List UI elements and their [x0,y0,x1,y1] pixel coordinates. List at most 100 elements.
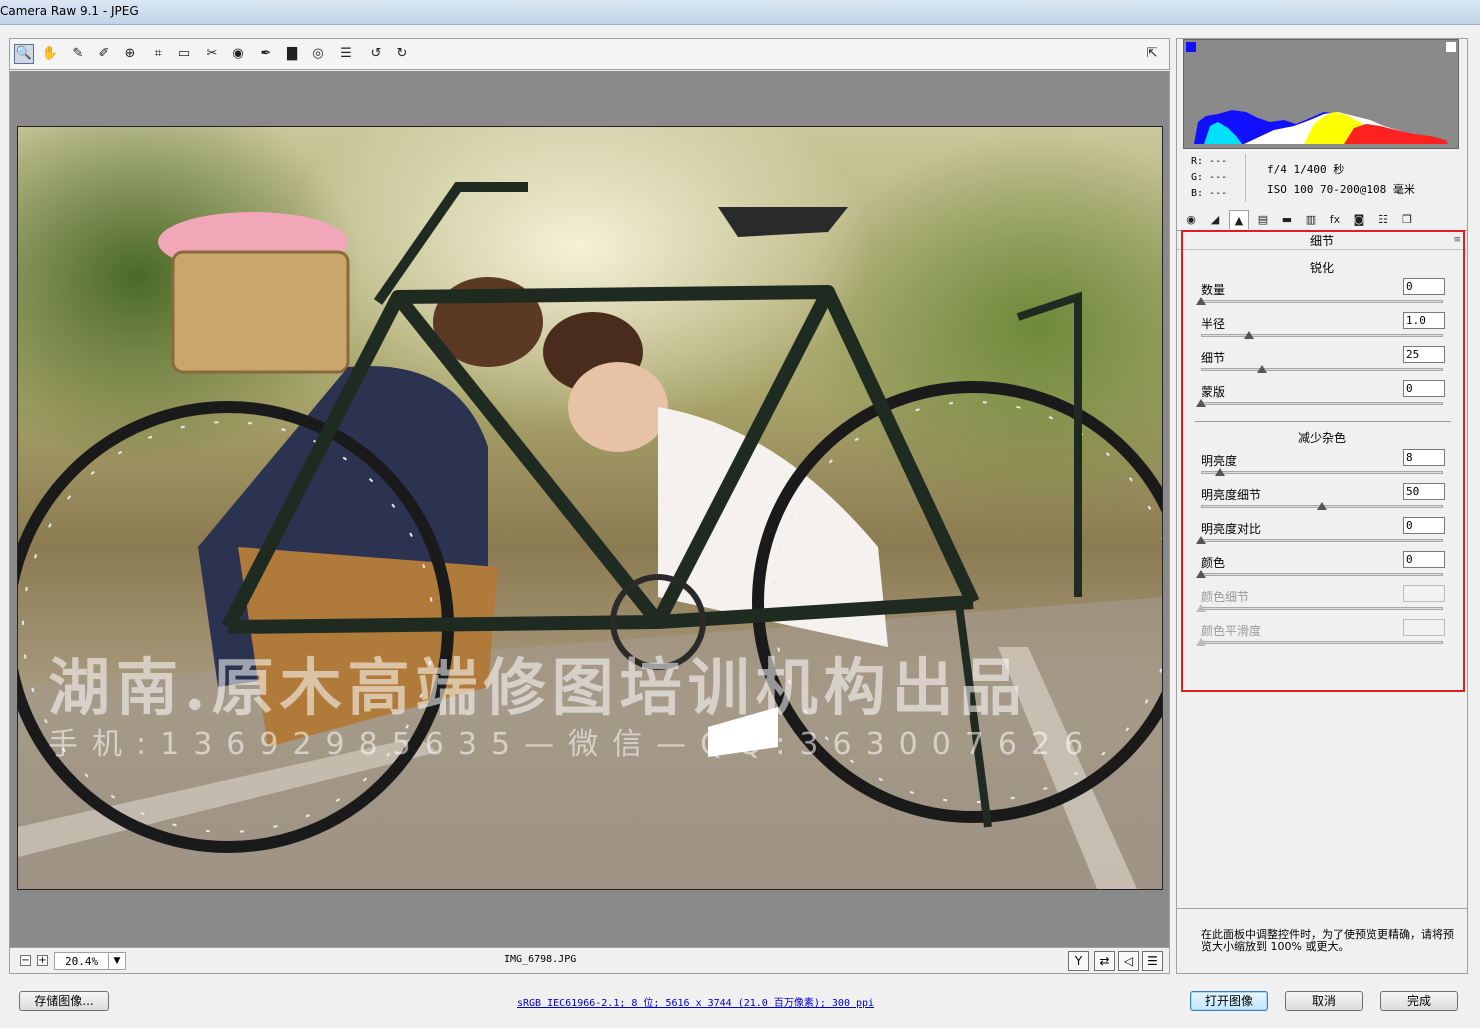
slider-track[interactable] [1201,300,1443,303]
cancel-button[interactable]: 取消 [1285,991,1363,1011]
zoom-in-button[interactable]: + [37,955,48,966]
slider-label: 明亮度对比 [1201,522,1262,536]
white-balance-tool-icon[interactable]: ✎ [68,44,88,64]
slider-label: 数量 [1201,283,1226,297]
shadow-clip-warning-icon [1186,42,1196,52]
slider-track[interactable] [1201,368,1443,371]
adjustment-brush-icon[interactable]: ✒ [256,44,276,64]
slider-label: 细节 [1201,351,1226,365]
preview-image[interactable]: 湖南.原木高端修图培训机构出品 手机:13692985635—微信—QQ:363… [17,126,1163,890]
tab-basic-icon[interactable]: ◉ [1181,210,1201,229]
panel-menu-icon[interactable]: ≡ [1453,235,1461,245]
slider-label: 明亮度 [1201,454,1238,468]
slider-row: 半径 1.0 [1201,312,1447,349]
preview-status-bar: − + 20.4% ▼ IMG_6798.JPG Y ⇄ ◁ ☰ [9,947,1170,974]
watermark-title: 湖南.原木高端修图培训机构出品 [48,651,1028,724]
red-eye-removal-icon[interactable]: ◉ [228,44,248,64]
preview-area: 湖南.原木高端修图培训机构出品 手机:13692985635—微信—QQ:363… [9,71,1170,947]
tab-tone-curve-icon[interactable]: ◢ [1205,210,1225,229]
targeted-adjustment-tool-icon[interactable]: ⊕ [120,44,140,64]
red-readout: R: --- [1191,156,1228,167]
slider-thumb[interactable] [1196,297,1206,305]
slider-value-input[interactable]: 1.0 [1403,312,1445,329]
chevron-down-icon[interactable]: ▼ [108,953,125,969]
slider-value-input[interactable]: 0 [1403,278,1445,295]
copy-settings-icon[interactable]: ◁ [1118,951,1139,971]
workflow-options-link[interactable]: sRGB IEC61966-2.1; 8 位; 5616 x 3744 (21.… [517,994,874,1009]
preview-preferences-icon[interactable]: ☰ [1142,951,1163,971]
tab-effects-icon[interactable]: fx [1325,210,1345,229]
slider-thumb[interactable] [1317,502,1327,510]
slider-value-input[interactable]: 50 [1403,483,1445,500]
color-sampler-tool-icon[interactable]: ✐ [94,44,114,64]
save-image-button[interactable]: 存储图像... [19,991,109,1011]
slider-row: 明亮度 8 [1201,449,1447,486]
title-bar: Camera Raw 9.1 - JPEG [0,0,1480,25]
slider-track[interactable] [1201,334,1443,337]
preferences-icon[interactable]: ☰ [336,44,356,64]
slider-thumb[interactable] [1244,331,1255,339]
hand-tool-icon[interactable]: ✋ [40,44,60,64]
slider-thumb[interactable] [1256,365,1267,373]
tab-hsl-icon[interactable]: ▤ [1253,210,1273,229]
slider-value-input [1403,619,1445,636]
exif-info: f/4 1/400 秒 ISO 100 70-200@108 毫米 [1267,160,1415,200]
graduated-filter-icon[interactable]: ▇ [282,44,302,64]
slider-label: 蒙版 [1201,385,1226,399]
blue-readout: B: --- [1191,188,1228,199]
slider-row: 细节 25 [1201,346,1447,383]
slider-label: 半径 [1201,317,1226,331]
slider-track[interactable] [1201,402,1443,405]
bicycle-photo [18,182,1162,889]
crop-tool-icon[interactable]: ⌗ [148,44,168,64]
slider-row: 数量 0 [1196,278,1447,315]
radial-filter-icon[interactable]: ◎ [308,44,328,64]
slider-track[interactable] [1201,539,1443,542]
zoom-level-select[interactable]: 20.4% ▼ [54,952,126,970]
slider-thumb[interactable] [1196,536,1206,544]
straighten-tool-icon[interactable]: ▭ [174,44,194,64]
tab-presets-icon[interactable]: ☷ [1373,210,1393,229]
tab-snapshots-icon[interactable]: ❐ [1397,210,1417,229]
rotate-cw-icon[interactable]: ↻ [392,44,412,64]
highlight-clip-warning-icon [1446,42,1456,52]
fullscreen-toggle-icon[interactable]: ⇱ [1142,44,1162,64]
slider-label: 颜色平滑度 [1201,624,1262,638]
slider-track[interactable] [1201,573,1443,576]
slider-track[interactable] [1201,471,1443,474]
slider-thumb [1196,604,1206,612]
slider-thumb[interactable] [1215,468,1226,476]
zoom-out-button[interactable]: − [20,955,31,966]
zoom-tool-icon[interactable]: 🔍 [14,44,34,64]
before-after-y-icon[interactable]: Y [1068,951,1089,971]
slider-row: 颜色 0 [1196,551,1447,588]
window-title: Camera Raw 9.1 - JPEG [0,4,139,18]
tab-split-toning-icon[interactable]: ▬ [1277,210,1297,229]
slider-value-input[interactable]: 0 [1403,551,1445,568]
zoom-hint: 在此面板中调整控件时，为了使预览更精确，请将预览大小缩放到 100% 或更大。 [1177,908,1467,975]
exif-divider [1245,154,1246,202]
sharpening-title: 锐化 [1309,261,1334,275]
tab-detail-icon[interactable]: ▲ [1229,210,1249,229]
rgb-readout: R: --- G: --- B: --- [1191,154,1227,202]
slider-value-input[interactable]: 0 [1403,517,1445,534]
slider-value-input[interactable]: 8 [1403,449,1445,466]
spot-removal-tool-icon[interactable]: ✂ [202,44,222,64]
swap-settings-icon[interactable]: ⇄ [1094,951,1115,971]
exif-aperture-shutter: f/4 1/400 秒 [1267,163,1345,176]
slider-label: 颜色细节 [1201,590,1250,604]
rotate-ccw-icon[interactable]: ↺ [366,44,386,64]
tab-camera-calibration-icon[interactable]: ◙ [1349,210,1369,229]
slider-thumb[interactable] [1196,570,1206,578]
slider-value-input[interactable]: 25 [1403,346,1445,363]
zoom-level-value: 20.4% [65,955,99,968]
exif-iso-lens: ISO 100 70-200@108 毫米 [1267,183,1415,196]
tab-lens-corrections-icon[interactable]: ▥ [1301,210,1321,229]
slider-value-input[interactable]: 0 [1403,380,1445,397]
slider-row: 颜色平滑度 [1196,619,1447,656]
slider-thumb[interactable] [1196,399,1206,407]
slider-label: 颜色 [1201,556,1226,570]
open-image-button[interactable]: 打开图像 [1190,991,1268,1011]
slider-thumb [1196,638,1206,646]
done-button[interactable]: 完成 [1380,991,1458,1011]
